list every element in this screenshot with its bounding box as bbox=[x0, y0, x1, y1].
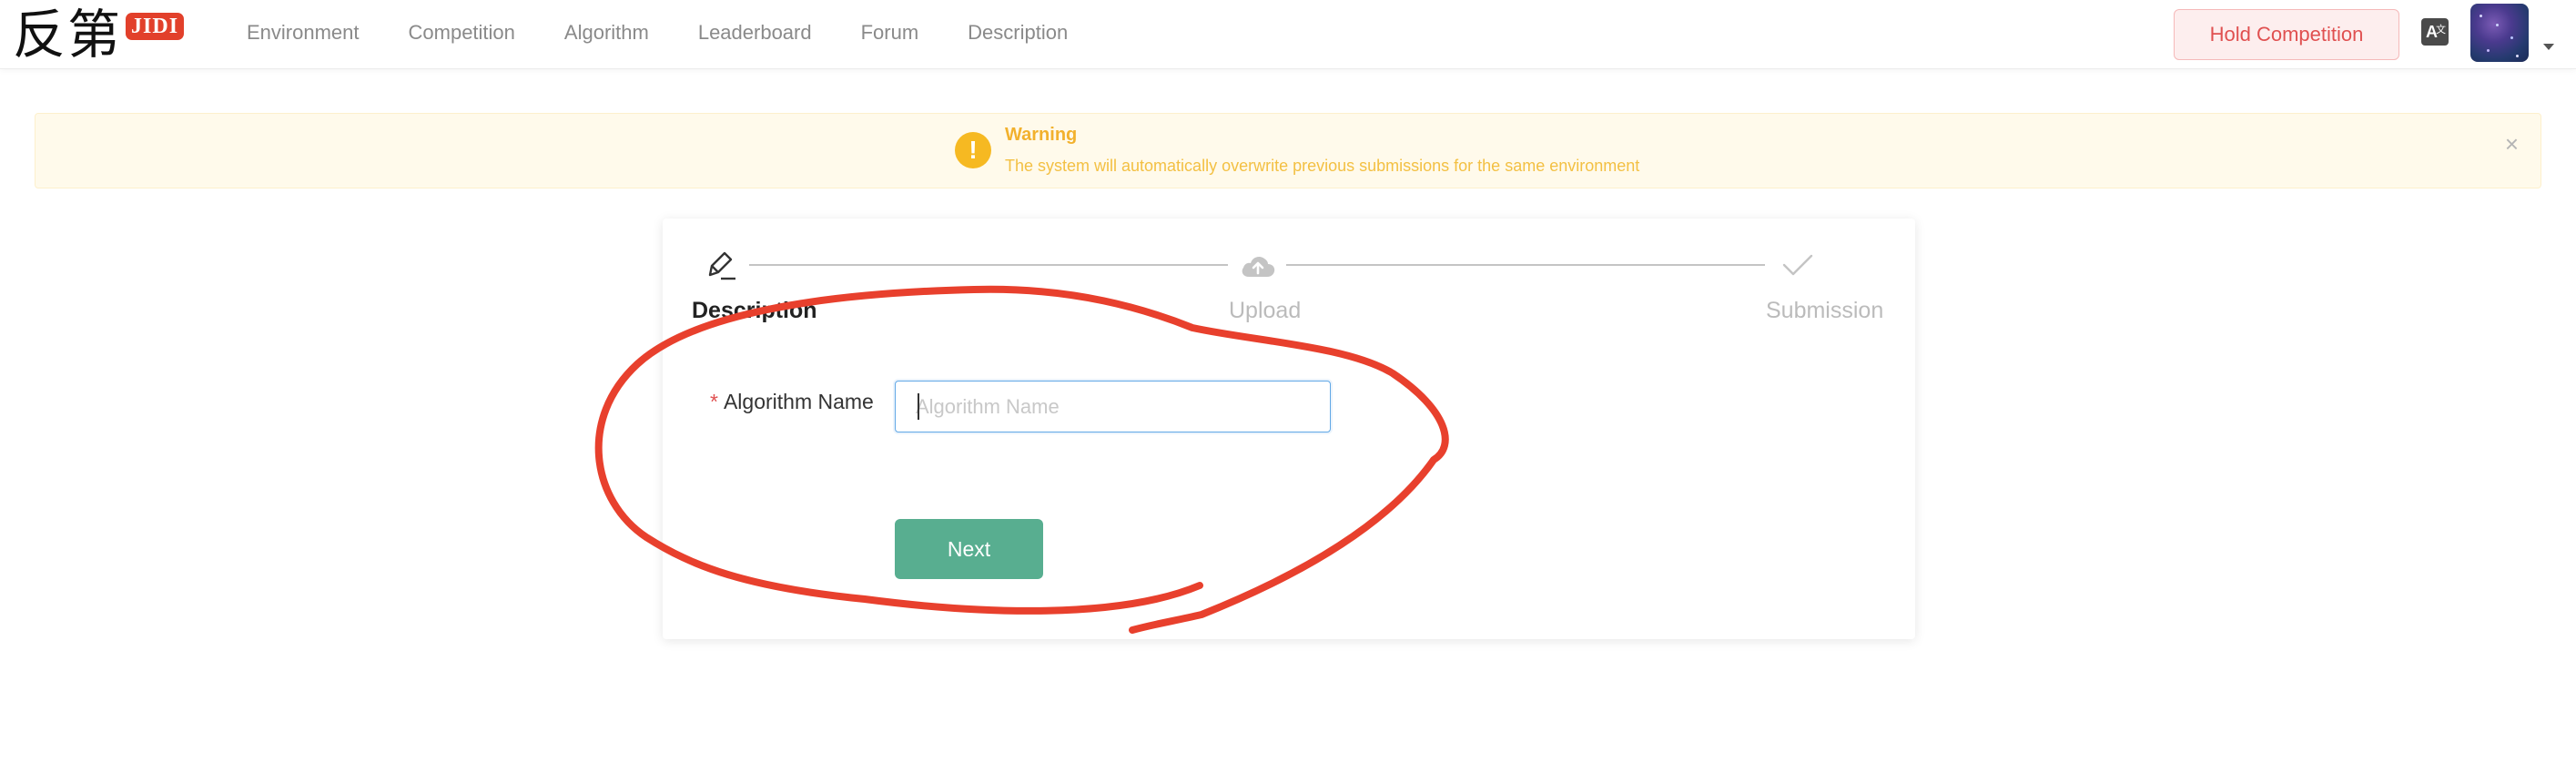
language-icon-small-glyph: 文 bbox=[2436, 25, 2446, 36]
algorithm-name-label-text: Algorithm Name bbox=[723, 390, 874, 413]
avatar[interactable] bbox=[2470, 4, 2529, 62]
chevron-down-icon[interactable] bbox=[2543, 44, 2554, 50]
step-label-upload: Upload bbox=[1229, 298, 1302, 323]
step-connector bbox=[1286, 264, 1765, 266]
hold-competition-button[interactable]: Hold Competition bbox=[2174, 9, 2399, 60]
required-mark: * bbox=[710, 390, 718, 413]
nav-competition[interactable]: Competition bbox=[409, 21, 515, 45]
next-button[interactable]: Next bbox=[895, 519, 1043, 579]
cloud-upload-icon bbox=[1242, 256, 1275, 277]
main-nav: Environment Competition Algorithm Leader… bbox=[247, 0, 1117, 66]
submission-card: Description Upload Submission * Algorithm… bbox=[663, 219, 1915, 639]
pencil-icon bbox=[708, 251, 735, 280]
step-label-submission: Submission bbox=[1766, 298, 1884, 323]
nav-description[interactable]: Description bbox=[968, 21, 1068, 45]
algorithm-name-label: * Algorithm Name bbox=[710, 390, 874, 414]
warning-text: The system will automatically overwrite … bbox=[1005, 157, 1640, 175]
logo-text: 反第 bbox=[13, 4, 123, 66]
text-caret bbox=[918, 393, 919, 420]
logo-badge: JIDI bbox=[126, 13, 185, 40]
warning-alert: ! Warning The system will automatically … bbox=[35, 113, 2541, 188]
nav-leaderboard[interactable]: Leaderboard bbox=[698, 21, 812, 45]
warning-icon: ! bbox=[955, 132, 991, 168]
warning-title: Warning bbox=[1005, 125, 1078, 145]
nav-algorithm[interactable]: Algorithm bbox=[564, 21, 649, 45]
close-icon[interactable]: × bbox=[2505, 132, 2519, 156]
algorithm-name-input[interactable] bbox=[895, 381, 1331, 432]
top-header: 反第 JIDI Environment Competition Algorith… bbox=[0, 0, 2576, 69]
check-icon bbox=[1782, 254, 1813, 276]
logo[interactable]: 反第 JIDI bbox=[13, 4, 185, 66]
nav-forum[interactable]: Forum bbox=[861, 21, 919, 45]
step-connector bbox=[749, 264, 1228, 266]
nav-environment[interactable]: Environment bbox=[247, 21, 360, 45]
language-icon[interactable]: A 文 bbox=[2421, 18, 2449, 46]
step-label-description: Description bbox=[692, 298, 817, 323]
